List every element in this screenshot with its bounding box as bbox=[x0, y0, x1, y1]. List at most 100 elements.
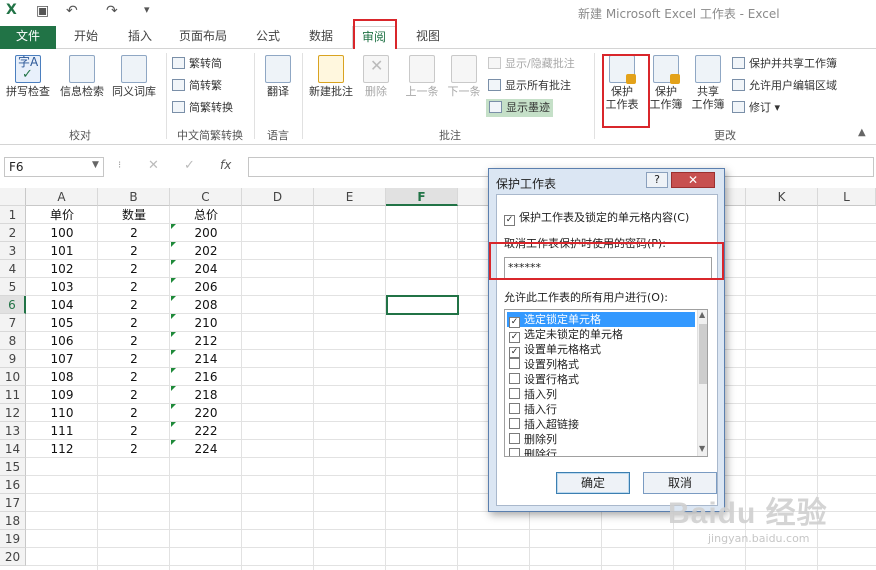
row-header-2[interactable]: 2 bbox=[0, 224, 26, 242]
chinese-conversion-button[interactable]: 简繁转换 bbox=[172, 99, 233, 117]
header-cell-C[interactable]: 总价 bbox=[170, 206, 242, 224]
row-header-11[interactable]: 11 bbox=[0, 386, 26, 404]
chevron-down-icon[interactable]: ▼ bbox=[92, 160, 99, 170]
cell-C6[interactable]: 208 bbox=[170, 296, 242, 314]
protect-share-workbook-button[interactable]: 保护并共享工作簿 bbox=[732, 55, 837, 73]
next-comment-button[interactable]: 下一条 bbox=[444, 55, 484, 98]
cell-C9[interactable]: 214 bbox=[170, 350, 242, 368]
permission-item[interactable]: 插入超链接 bbox=[507, 417, 695, 432]
permission-item[interactable]: 插入列 bbox=[507, 387, 695, 402]
cell-B6[interactable]: 2 bbox=[98, 296, 170, 314]
permission-item[interactable]: 删除列 bbox=[507, 432, 695, 447]
cell-C5[interactable]: 206 bbox=[170, 278, 242, 296]
cell-B12[interactable]: 2 bbox=[98, 404, 170, 422]
previous-comment-button[interactable]: 上一条 bbox=[402, 55, 442, 98]
cell-B9[interactable]: 2 bbox=[98, 350, 170, 368]
name-box[interactable]: F6 bbox=[4, 157, 104, 177]
undo-icon[interactable]: ↶ bbox=[66, 3, 78, 19]
cell-B5[interactable]: 2 bbox=[98, 278, 170, 296]
column-header-F[interactable]: F bbox=[386, 188, 458, 206]
permission-item[interactable]: ✓ 选定锁定单元格 bbox=[507, 312, 695, 328]
ok-button[interactable]: 确定 bbox=[556, 472, 630, 494]
cell-C14[interactable]: 224 bbox=[170, 440, 242, 458]
row-header-3[interactable]: 3 bbox=[0, 242, 26, 260]
cell-C11[interactable]: 218 bbox=[170, 386, 242, 404]
protect-contents-checkbox[interactable]: ✓ bbox=[504, 215, 515, 226]
row-header-14[interactable]: 14 bbox=[0, 440, 26, 458]
cancel-entry-icon[interactable]: ✕ bbox=[148, 158, 159, 173]
tab-insert[interactable]: 插入 bbox=[118, 26, 162, 49]
cell-B7[interactable]: 2 bbox=[98, 314, 170, 332]
row-header-15[interactable]: 15 bbox=[0, 458, 26, 476]
row-header-8[interactable]: 8 bbox=[0, 332, 26, 350]
cell-B10[interactable]: 2 bbox=[98, 368, 170, 386]
show-hide-comment-button[interactable]: 显示/隐藏批注 bbox=[488, 55, 575, 73]
row-header-1[interactable]: 1 bbox=[0, 206, 26, 224]
cell-A2[interactable]: 100 bbox=[26, 224, 98, 242]
row-header-7[interactable]: 7 bbox=[0, 314, 26, 332]
cell-B4[interactable]: 2 bbox=[98, 260, 170, 278]
cell-C3[interactable]: 202 bbox=[170, 242, 242, 260]
number-as-text-indicator-icon[interactable] bbox=[171, 440, 176, 445]
number-as-text-indicator-icon[interactable] bbox=[171, 404, 176, 409]
cell-C12[interactable]: 220 bbox=[170, 404, 242, 422]
simplified-to-traditional-button[interactable]: 简转繁 bbox=[172, 77, 222, 95]
new-comment-button[interactable]: 新建批注 bbox=[306, 55, 356, 98]
show-ink-button[interactable]: 显示墨迹 bbox=[486, 99, 553, 117]
select-all-corner[interactable] bbox=[0, 188, 26, 206]
number-as-text-indicator-icon[interactable] bbox=[171, 332, 176, 337]
track-changes-button[interactable]: 修订 ▾ bbox=[732, 99, 780, 117]
close-icon[interactable]: ✕ bbox=[671, 172, 715, 188]
translate-button[interactable]: 翻译 bbox=[258, 55, 298, 98]
column-header-C[interactable]: C bbox=[170, 188, 242, 206]
cell-A9[interactable]: 107 bbox=[26, 350, 98, 368]
customize-quick-access-icon[interactable]: ▾ bbox=[144, 3, 150, 16]
save-icon[interactable]: ▣ bbox=[36, 3, 49, 19]
tab-file[interactable]: 文件 bbox=[0, 26, 56, 49]
cell-A12[interactable]: 110 bbox=[26, 404, 98, 422]
permission-checkbox[interactable] bbox=[509, 388, 520, 399]
cell-A10[interactable]: 108 bbox=[26, 368, 98, 386]
permission-checkbox[interactable] bbox=[509, 358, 520, 369]
number-as-text-indicator-icon[interactable] bbox=[171, 350, 176, 355]
cell-C10[interactable]: 216 bbox=[170, 368, 242, 386]
cell-A11[interactable]: 109 bbox=[26, 386, 98, 404]
permission-item[interactable]: 设置列格式 bbox=[507, 357, 695, 372]
cell-C8[interactable]: 212 bbox=[170, 332, 242, 350]
permission-item[interactable]: 插入行 bbox=[507, 402, 695, 417]
permission-checkbox[interactable] bbox=[509, 418, 520, 429]
protect-workbook-button[interactable]: 保护 工作簿 bbox=[646, 55, 686, 111]
permission-item[interactable]: 设置行格式 bbox=[507, 372, 695, 387]
confirm-entry-icon[interactable]: ✓ bbox=[184, 158, 195, 173]
cell-C7[interactable]: 210 bbox=[170, 314, 242, 332]
cell-A4[interactable]: 102 bbox=[26, 260, 98, 278]
permission-checkbox[interactable] bbox=[509, 403, 520, 414]
tab-data[interactable]: 数据 bbox=[299, 26, 343, 49]
permission-checkbox[interactable] bbox=[509, 433, 520, 444]
password-input[interactable]: ****** bbox=[504, 257, 712, 279]
number-as-text-indicator-icon[interactable] bbox=[171, 242, 176, 247]
allow-edit-ranges-button[interactable]: 允许用户编辑区域 bbox=[732, 77, 837, 95]
cell-B14[interactable]: 2 bbox=[98, 440, 170, 458]
cell-A8[interactable]: 106 bbox=[26, 332, 98, 350]
share-workbook-button[interactable]: 共享 工作簿 bbox=[688, 55, 728, 111]
number-as-text-indicator-icon[interactable] bbox=[171, 386, 176, 391]
delete-comment-button[interactable]: ✕ 删除 bbox=[358, 55, 394, 98]
thesaurus-button[interactable]: 同义词库 bbox=[108, 55, 160, 98]
header-cell-A[interactable]: 单价 bbox=[26, 206, 98, 224]
column-header-A[interactable]: A bbox=[26, 188, 98, 206]
number-as-text-indicator-icon[interactable] bbox=[171, 296, 176, 301]
row-header-4[interactable]: 4 bbox=[0, 260, 26, 278]
cell-A6[interactable]: 104 bbox=[26, 296, 98, 314]
show-all-comments-button[interactable]: 显示所有批注 bbox=[488, 77, 571, 95]
cell-B8[interactable]: 2 bbox=[98, 332, 170, 350]
traditional-to-simplified-button[interactable]: 繁转简 bbox=[172, 55, 222, 73]
column-header-E[interactable]: E bbox=[314, 188, 386, 206]
help-icon[interactable]: ? bbox=[646, 172, 668, 188]
row-header-6[interactable]: 6 bbox=[0, 296, 26, 314]
permission-item[interactable]: ✓ 设置单元格格式 bbox=[507, 342, 695, 358]
number-as-text-indicator-icon[interactable] bbox=[171, 314, 176, 319]
cell-A5[interactable]: 103 bbox=[26, 278, 98, 296]
scroll-down-icon[interactable]: ▼ bbox=[699, 444, 705, 453]
number-as-text-indicator-icon[interactable] bbox=[171, 422, 176, 427]
